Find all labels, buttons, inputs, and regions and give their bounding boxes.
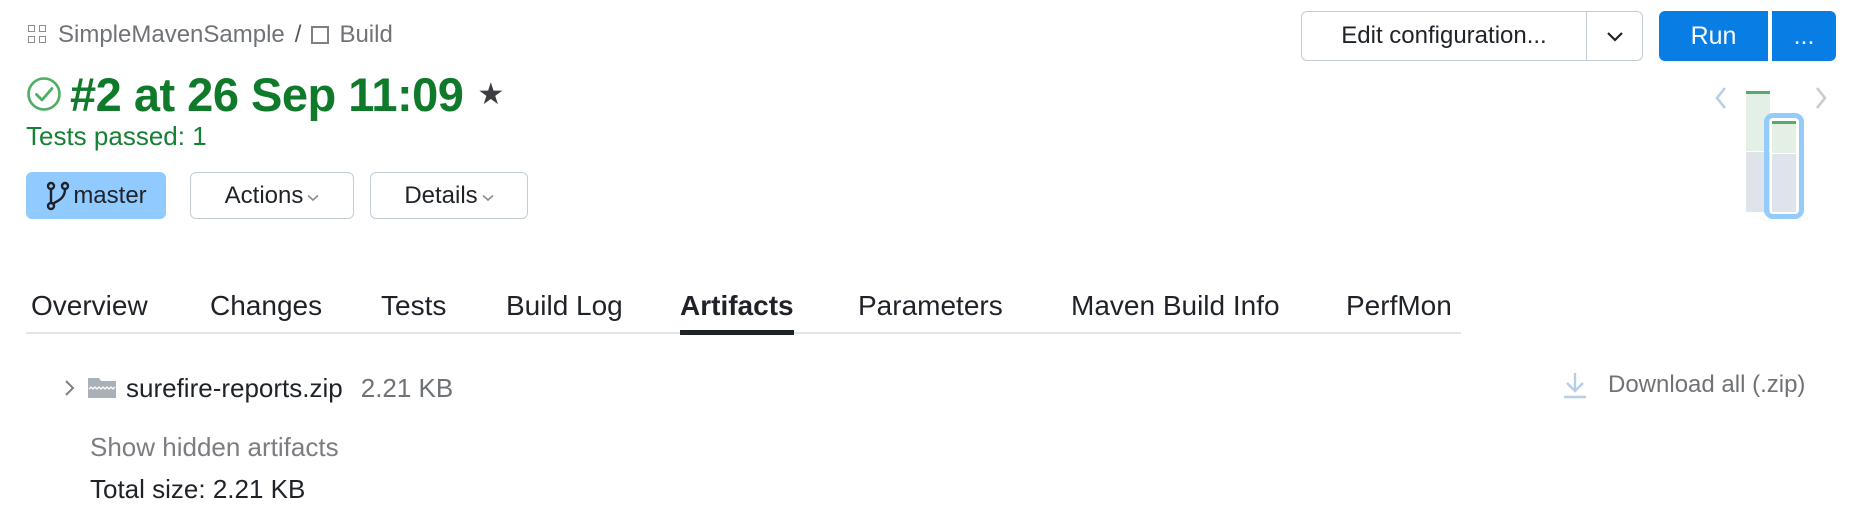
branch-badge[interactable]: master	[26, 172, 166, 219]
page-title: #2 at 26 Sep 11:09	[70, 67, 464, 121]
chevron-down-icon	[307, 194, 319, 201]
chevron-down-icon	[482, 194, 494, 201]
tab-changes[interactable]: Changes	[210, 280, 322, 332]
build-title-row: #2 at 26 Sep 11:09 ★	[26, 66, 504, 122]
breadcrumb-project-link[interactable]: SimpleMavenSample	[58, 21, 285, 49]
tab-overview[interactable]: Overview	[31, 280, 148, 332]
tab-tests[interactable]: Tests	[381, 280, 446, 332]
edit-configuration-dropdown[interactable]	[1587, 12, 1642, 60]
actions-label: Actions	[224, 181, 304, 209]
show-hidden-artifacts-link[interactable]: Show hidden artifacts	[90, 432, 339, 463]
run-button[interactable]: Run	[1659, 11, 1768, 61]
tab-maven-build-info[interactable]: Maven Build Info	[1071, 280, 1280, 332]
breadcrumb-separator: /	[294, 21, 302, 48]
project-grid-icon	[28, 25, 48, 45]
run-options-button[interactable]: ...	[1772, 11, 1836, 61]
tab-parameters[interactable]: Parameters	[858, 280, 1003, 332]
breadcrumb: SimpleMavenSample / Build	[28, 21, 393, 49]
details-label: Details	[404, 181, 478, 209]
expand-chevron-icon[interactable]	[62, 378, 88, 398]
build-status-text[interactable]: Tests passed: 1	[26, 121, 207, 152]
success-check-icon	[27, 77, 61, 111]
actions-dropdown[interactable]: Actions	[190, 172, 354, 219]
download-all-link[interactable]: Download all (.zip)	[1562, 369, 1805, 401]
zip-archive-icon	[88, 378, 116, 398]
edit-configuration-button[interactable]: Edit configuration...	[1302, 12, 1587, 60]
edit-configuration-split-button: Edit configuration...	[1301, 11, 1643, 61]
next-build-arrow[interactable]	[1810, 82, 1830, 116]
total-size: Total size: 2.21 KB	[90, 474, 306, 504]
download-icon	[1564, 373, 1586, 399]
branch-name: master	[73, 181, 147, 209]
download-all-label: Download all (.zip)	[1608, 371, 1806, 398]
tab-artifacts[interactable]: Artifacts	[680, 280, 794, 335]
build-tabs: Overview Changes Tests Build Log Artifac…	[26, 280, 1461, 335]
artifact-name-link[interactable]: surefire-reports.zip	[126, 373, 343, 404]
artifact-item: surefire-reports.zip 2.21 KB	[62, 372, 453, 404]
details-dropdown[interactable]: Details	[370, 172, 528, 219]
tab-build-log[interactable]: Build Log	[506, 280, 623, 332]
chevron-down-icon	[1606, 31, 1623, 42]
star-icon[interactable]: ★	[477, 77, 504, 112]
artifact-size: 2.21 KB	[360, 372, 454, 403]
build-config-icon	[311, 26, 330, 44]
build-bar-2-selected[interactable]	[1764, 113, 1804, 219]
tab-perfmon[interactable]: PerfMon	[1346, 280, 1452, 332]
breadcrumb-config-link[interactable]: Build	[339, 21, 392, 49]
branch-icon	[47, 181, 70, 210]
previous-build-arrow[interactable]	[1712, 82, 1732, 116]
